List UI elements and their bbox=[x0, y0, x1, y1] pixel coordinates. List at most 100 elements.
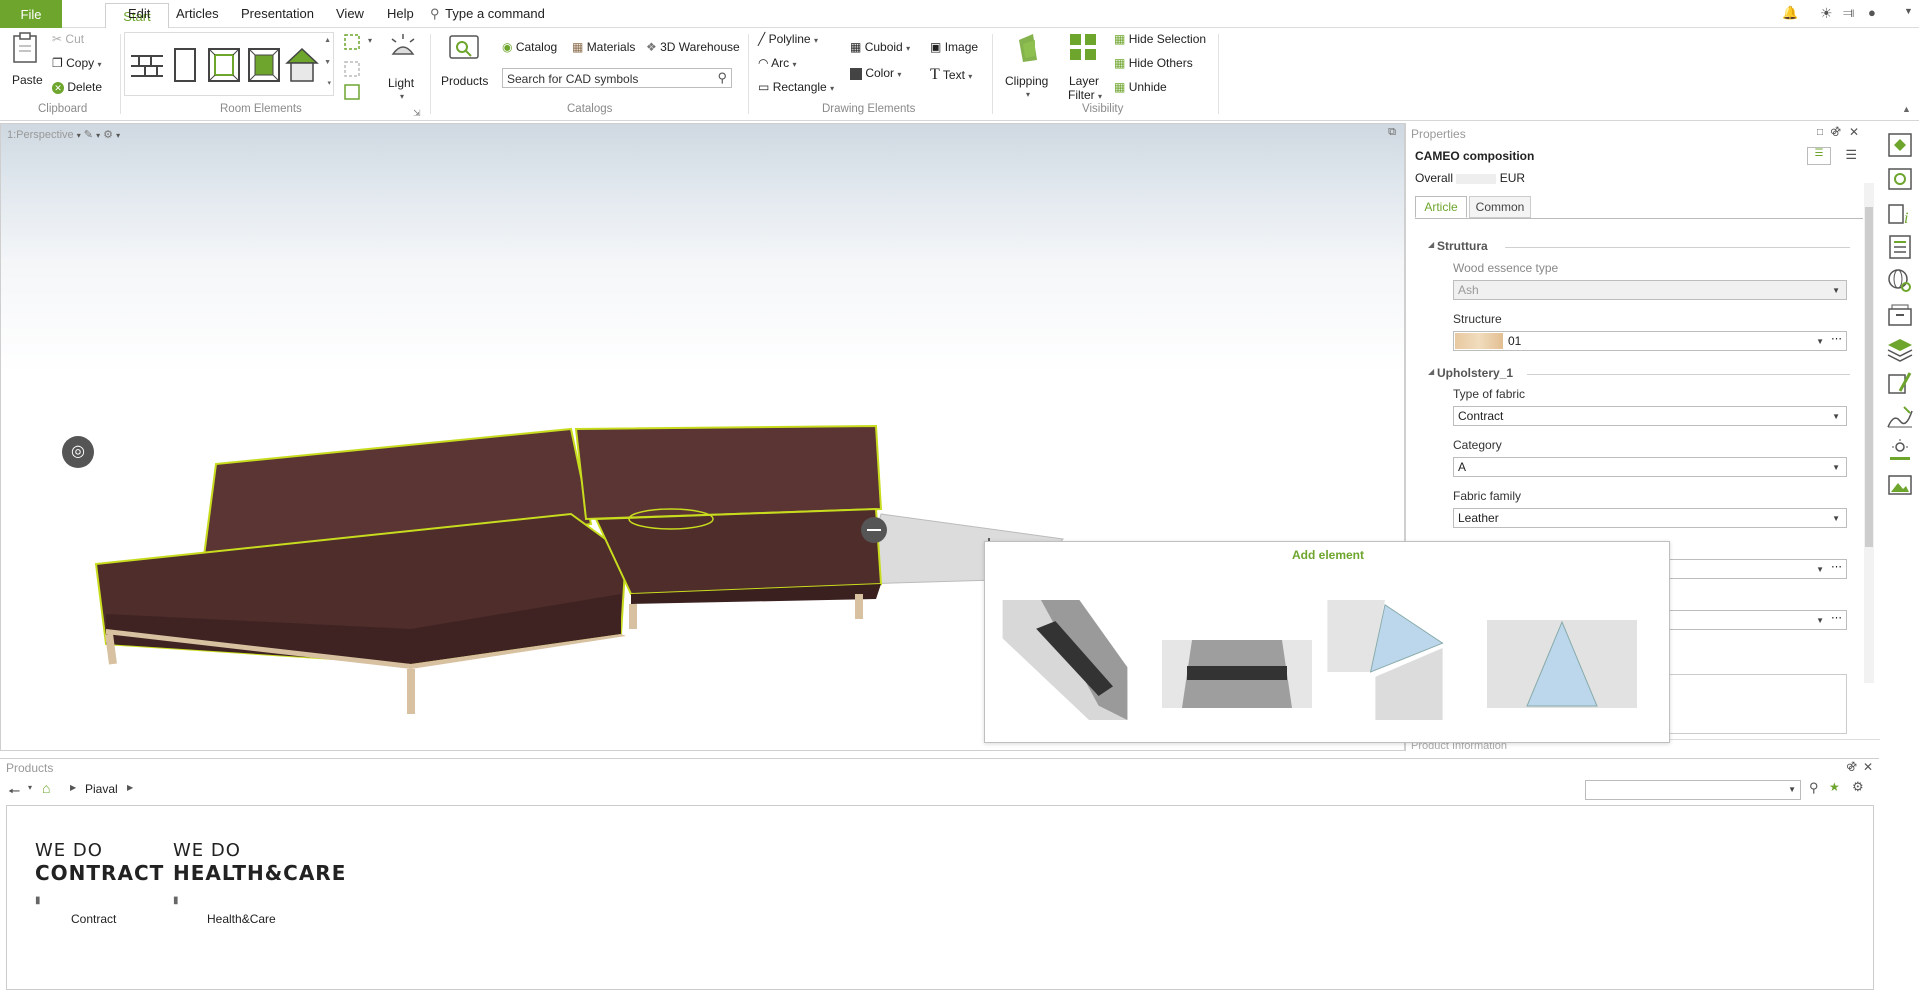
polyline-button[interactable]: ╱ Polyline ▾ bbox=[758, 32, 818, 46]
category-select[interactable]: A ▼ bbox=[1453, 457, 1847, 477]
products-button[interactable]: Products bbox=[440, 32, 490, 98]
layer-filter-button[interactable]: Layer Filter ▾ bbox=[1064, 32, 1104, 102]
notification-icon[interactable]: 🔔 bbox=[1782, 5, 1798, 21]
products-settings-icon[interactable]: ⚙ bbox=[1852, 779, 1864, 795]
color-button[interactable]: Color ▾ bbox=[850, 66, 901, 80]
home-icon[interactable]: ⌂ bbox=[42, 780, 50, 796]
hide-selection-button[interactable]: ▦ Hide Selection bbox=[1114, 32, 1206, 46]
product-info-icon[interactable]: i bbox=[1886, 199, 1914, 227]
structure-select[interactable]: 01 ▼ ⋯ bbox=[1453, 331, 1847, 351]
favorites-icon[interactable]: ★ bbox=[1829, 780, 1840, 794]
products-search-icon[interactable]: ⚲ bbox=[1809, 780, 1819, 796]
gallery-more-icon[interactable]: ▾ bbox=[327, 79, 331, 87]
products-search-input[interactable]: ▼ bbox=[1585, 780, 1801, 800]
gallery-up-icon[interactable]: ▲ bbox=[324, 37, 331, 44]
wall-icon[interactable] bbox=[131, 51, 163, 81]
image-panel-icon[interactable] bbox=[1886, 471, 1914, 499]
tab-articles[interactable]: Articles bbox=[176, 6, 219, 21]
more-options-icon-2[interactable]: ⋯ bbox=[1831, 560, 1842, 573]
products-pin-icon[interactable]: ⚣ bbox=[1846, 761, 1857, 772]
triangle-element-thumb[interactable] bbox=[1487, 604, 1637, 724]
paste-button[interactable]: Paste bbox=[8, 32, 43, 92]
collapse-upholstery-icon[interactable]: ◢ bbox=[1428, 367, 1434, 376]
fabric-type-select[interactable]: Contract ▼ bbox=[1453, 406, 1847, 426]
tree-view-icon[interactable]: ☰ bbox=[1807, 147, 1831, 165]
corner-element-thumb[interactable] bbox=[1000, 600, 1130, 720]
file-menu[interactable]: File bbox=[0, 0, 62, 28]
door-icon[interactable] bbox=[173, 47, 197, 83]
tab-edit[interactable]: Edit bbox=[128, 6, 150, 21]
collapse-ribbon-icon[interactable]: ▲ bbox=[1902, 104, 1911, 114]
tab-common[interactable]: Common bbox=[1469, 196, 1531, 218]
terrain-icon[interactable] bbox=[1886, 403, 1914, 431]
search-catalog-icon[interactable] bbox=[1886, 165, 1914, 193]
materials-button[interactable]: ▦ Materials bbox=[572, 40, 635, 54]
breadcrumb-piaval[interactable]: Piaval bbox=[85, 782, 118, 796]
cad-search-input[interactable]: Search for CAD symbols ⚲ bbox=[502, 68, 732, 88]
tab-view[interactable]: View bbox=[336, 6, 364, 21]
object-tree-icon[interactable] bbox=[1886, 131, 1914, 159]
image-button[interactable]: ▣ Image bbox=[930, 40, 978, 54]
image-icon: ▣ bbox=[930, 40, 942, 54]
materials-panel-icon[interactable] bbox=[1886, 369, 1914, 397]
cut-button[interactable]: ✂ Cut bbox=[52, 32, 84, 46]
back-arrow-icon[interactable]: 🠔 bbox=[8, 781, 20, 805]
clipping-button[interactable]: Clipping ▾ bbox=[1004, 32, 1052, 100]
light-settings-icon[interactable] bbox=[1886, 437, 1914, 465]
text-button[interactable]: T Text ▾ bbox=[930, 66, 972, 84]
properties-title: Properties bbox=[1411, 127, 1466, 141]
layers-icon[interactable] bbox=[1886, 335, 1914, 363]
tab-presentation[interactable]: Presentation bbox=[241, 6, 314, 21]
window-icon[interactable] bbox=[207, 47, 241, 83]
room-tools-dropdown[interactable]: ▾ bbox=[368, 36, 372, 45]
dialog-launcher-icon[interactable]: ⇲ bbox=[413, 108, 421, 119]
wood-essence-select[interactable]: Ash ▼ bbox=[1453, 280, 1847, 300]
rectangle-button[interactable]: ▭ Rectangle ▾ bbox=[758, 80, 834, 94]
warehouse-button[interactable]: ❖ 3D Warehouse bbox=[646, 40, 740, 54]
user-icon[interactable]: ● bbox=[1868, 5, 1876, 20]
room-tools[interactable] bbox=[344, 34, 366, 100]
roof-icon[interactable] bbox=[285, 45, 319, 83]
room-icon[interactable] bbox=[247, 47, 281, 83]
menu-icon[interactable]: ☰ bbox=[1845, 147, 1857, 163]
panel-restore-icon[interactable]: □ bbox=[1817, 127, 1823, 138]
globe-search-icon[interactable] bbox=[1886, 267, 1914, 295]
more-options-icon-3[interactable]: ⋯ bbox=[1831, 611, 1842, 624]
archive-icon[interactable] bbox=[1886, 301, 1914, 329]
list-icon[interactable] bbox=[1886, 233, 1914, 261]
history-dropdown-icon[interactable]: ▾ bbox=[28, 783, 32, 792]
straight-element-thumb[interactable] bbox=[1162, 614, 1312, 734]
delete-button[interactable]: ✕ Delete bbox=[52, 80, 102, 94]
group-label-room-elements: Room Elements bbox=[220, 103, 302, 115]
share-icon[interactable]: ⫥ bbox=[1843, 5, 1854, 21]
properties-scrollbar[interactable] bbox=[1864, 183, 1874, 683]
copy-button[interactable]: ❐ Copy ▾ bbox=[52, 56, 101, 70]
light-button[interactable]: Light ▾ bbox=[384, 34, 422, 102]
room-elements-gallery[interactable]: ▲ ▼ ▾ bbox=[124, 32, 334, 96]
triangle-corner-thumb[interactable] bbox=[1325, 600, 1445, 720]
panel-pin-icon[interactable]: ⚣ bbox=[1830, 126, 1841, 137]
scroll-thumb[interactable] bbox=[1865, 207, 1873, 547]
unhide-icon: ▦ bbox=[1114, 80, 1126, 94]
unhide-button[interactable]: ▦ Unhide bbox=[1114, 80, 1167, 94]
product-item-healthcare[interactable]: WE DO HEALTH&CARE ▮ Health&Care bbox=[173, 840, 345, 926]
hide-others-button[interactable]: ▦ Hide Others bbox=[1114, 56, 1193, 70]
room-tool-icon-2 bbox=[344, 61, 360, 77]
theme-icon[interactable]: ☀ bbox=[1820, 5, 1833, 22]
panel-close-icon[interactable]: ✕ bbox=[1849, 125, 1859, 139]
collapse-struttura-icon[interactable]: ◢ bbox=[1428, 240, 1434, 249]
more-options-icon[interactable]: ⋯ bbox=[1831, 332, 1842, 345]
products-close-icon[interactable]: ✕ bbox=[1863, 760, 1873, 774]
fabric-family-select[interactable]: Leather ▼ bbox=[1453, 508, 1847, 528]
arc-button[interactable]: ◠ Arc ▾ bbox=[758, 56, 797, 70]
cuboid-button[interactable]: ▦ Cuboid ▾ bbox=[850, 40, 910, 54]
window-menu-icon[interactable]: ▼ bbox=[1904, 6, 1913, 16]
gallery-down-icon[interactable]: ▼ bbox=[324, 59, 331, 66]
command-search[interactable]: ⚲ Type a command bbox=[430, 6, 545, 22]
catalog-button[interactable]: ◉ Catalog bbox=[502, 40, 557, 54]
tab-article[interactable]: Article bbox=[1415, 196, 1467, 218]
product-item-contract[interactable]: WE DO CONTRACT ▮ Contract bbox=[35, 840, 163, 926]
search-icon[interactable]: ⚲ bbox=[717, 70, 727, 86]
tab-help[interactable]: Help bbox=[387, 6, 414, 21]
search-dropdown-icon[interactable]: ▼ bbox=[1788, 785, 1796, 794]
